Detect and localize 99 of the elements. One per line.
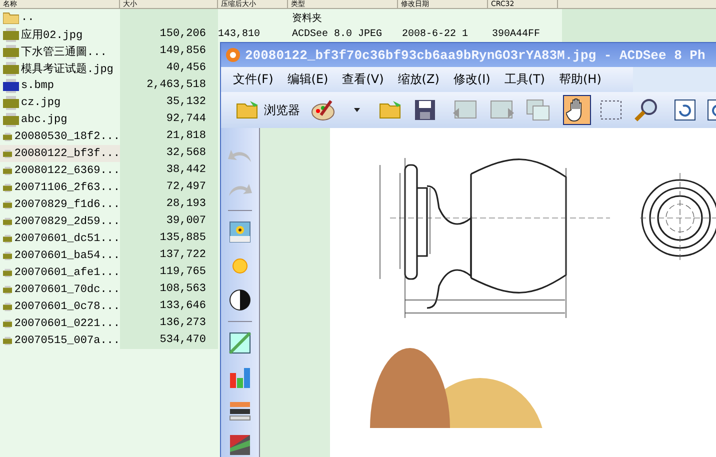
folder-icon [236,100,260,120]
file-name: .. [21,12,34,24]
file-size: 38,442 [166,164,206,176]
file-size: 72,497 [166,181,206,193]
menu-item[interactable]: 查看(V) [342,71,384,88]
jpg-file-icon [3,44,19,58]
file-row[interactable]: 20070829_f1d6... 28,193 [0,196,218,213]
file-name: 下水管三通圖... [21,44,107,59]
file-size: 133,646 [160,300,206,312]
file-name: 20071106_2f63... [14,182,120,194]
toolbar-button[interactable] [563,95,591,125]
file-row[interactable]: 20080122_bf3f... 32,568 [0,145,218,162]
file-name: 20080122_bf3f... [14,148,120,160]
file-size: 136,273 [160,317,206,329]
file-name: 20070601_0221... [14,318,120,330]
file-row[interactable]: 20080530_18f2... 21,818 [0,128,218,145]
jpg-file-icon [3,62,19,76]
file-size: 35,132 [166,96,206,108]
jpg-file-icon [3,96,19,110]
sunflower-photo-icon [229,221,251,243]
file-row[interactable]: cz.jpg 35,132 [0,94,218,111]
stacked-images-icon [526,99,550,121]
packed-size: 143,810 [218,29,260,40]
file-row[interactable]: 20070601_70dc... 108,563 [0,281,218,298]
crc-value: 390A44FF [492,29,540,40]
file-size: 135,885 [160,232,206,244]
zoom-icon [634,98,658,122]
color-swatch-icon [229,434,251,456]
file-row[interactable]: 20071106_2f63... 72,497 [0,179,218,196]
window-title: 20080122_bf3f70c36bf93cb6aa9bRynGO3rYA83M.jpg - ACDSee 8 Ph [245,48,706,62]
file-type: ACDSee 8.0 JPEG [292,29,382,40]
rotate-left-icon [674,99,696,121]
file-row[interactable]: 20070515_007a... 534,470 [0,332,218,349]
file-row[interactable]: 20080122_6369... 38,442 [0,162,218,179]
file-name: 20070601_afe1... [14,266,120,278]
file-row[interactable]: s.bmp 2,463,518 [0,77,218,94]
dashed-rectangle-icon [599,99,623,121]
file-row[interactable]: 20070601_0c78... 133,646 [0,298,218,315]
file-row[interactable]: 应用02.jpg 150,206 143,810 ACDSee 8.0 JPEG 2008-6-22 1 390A44FF [0,26,716,43]
file-row[interactable]: 20070601_afe1... 119,765 [0,264,218,281]
file-row[interactable]: 20070601_dc51... 135,885 [0,230,218,247]
file-row[interactable]: abc.jpg 92,744 [0,111,218,128]
menu-item[interactable]: 文件(F) [233,71,274,88]
file-size: 21,818 [166,130,206,142]
file-name: 模具考证试题.jpg [21,62,114,76]
file-row[interactable]: 20070601_0221... 136,273 [0,315,218,332]
file-name: 应用02.jpg [21,28,83,42]
menu-item[interactable]: 编辑(E) [287,71,328,88]
file-row[interactable]: 模具考证试题.jpg 40,456 [0,60,218,77]
file-row[interactable]: .. 资料夹 [0,9,716,26]
file-size: 149,856 [160,45,206,57]
file-size: 150,206 [160,28,206,40]
file-size: 28,193 [166,198,206,210]
palette-icon [311,99,335,121]
landscape-icon [229,332,251,354]
menu-item[interactable]: 修改(I) [453,71,490,88]
side-tool-button[interactable] [226,330,254,356]
file-name: s.bmp [21,80,54,92]
file-name: 20070515_007a... [14,334,120,346]
file-name: 20070601_70dc... [14,284,120,296]
file-size: 39,007 [166,215,206,227]
previous-image-icon [452,99,478,121]
file-name: 20070601_0c78... [14,300,120,312]
jpg-file-icon [3,28,19,42]
caret-icon [353,107,361,113]
next-image-icon [489,99,515,121]
file-name: cz.jpg [21,96,61,108]
file-type: 资料夹 [292,14,322,24]
file-name: 20080122_6369... [14,164,120,176]
menu-item[interactable]: 缩放(Z) [398,71,440,88]
jpg-file-icon [3,112,19,126]
file-size: 108,563 [160,283,206,295]
file-row[interactable]: 20070601_ba54... 137,722 [0,247,218,264]
file-name: 20070601_ba54... [14,250,120,262]
contrast-icon [228,288,252,312]
color-strips-icon [229,401,251,421]
file-name: 20070829_f1d6... [14,198,120,210]
file-row[interactable]: 下水管三通圖... 149,856 [0,43,218,60]
file-name: 20080530_18f2... [14,130,120,142]
file-size: 92,744 [166,113,206,125]
file-size: 2,463,518 [146,79,206,91]
eye-logo-icon [225,47,241,63]
file-row[interactable]: 20070829_2d59... 39,007 [0,213,218,230]
menu-item[interactable]: 帮助(H) [559,71,602,88]
folder-icon [379,100,403,120]
modified-date: 2008-6-22 1 [402,29,468,40]
file-size: 137,722 [160,249,206,261]
browser-button[interactable]: 浏览器 [233,95,303,125]
folder-icon [3,11,19,24]
file-size: 40,456 [166,62,206,74]
file-size: 32,568 [166,147,206,159]
file-name: 20070829_2d59... [14,216,120,228]
file-size: 119,765 [160,266,206,278]
file-name: 20070601_dc51... [14,232,120,244]
bar-chart-icon [229,365,251,389]
bmp-file-icon [3,78,19,92]
file-size: 534,470 [160,334,206,346]
file-name: abc.jpg [21,114,68,126]
menu-item[interactable]: 工具(T) [504,71,545,88]
